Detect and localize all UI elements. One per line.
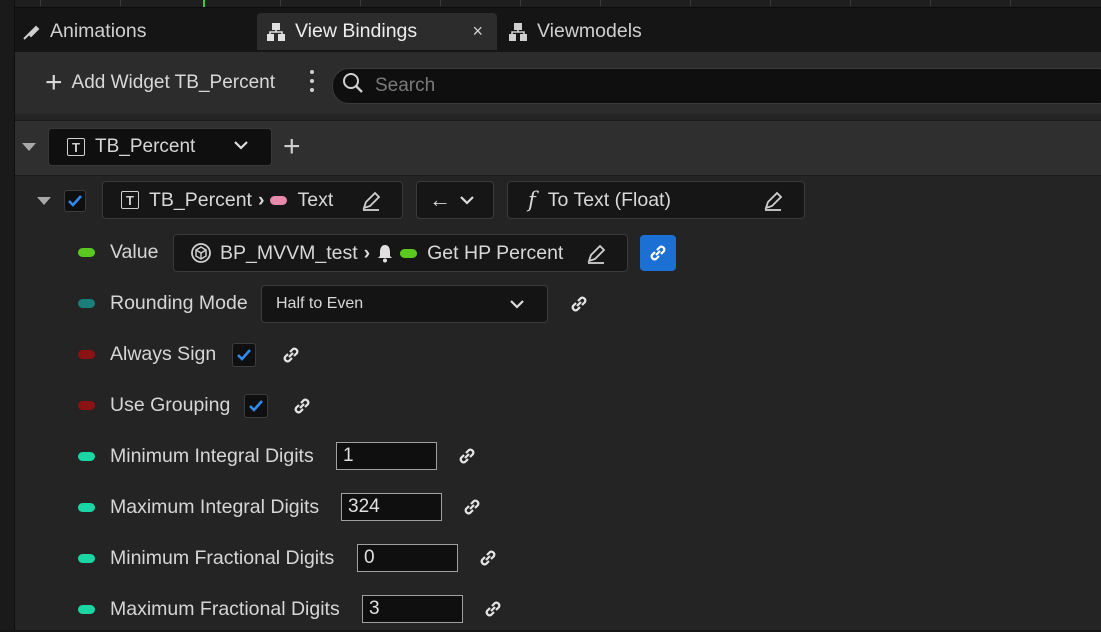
max-integral-digits-input[interactable]: 324 — [341, 493, 442, 521]
animation-icon — [20, 21, 42, 43]
edit-pencil-icon[interactable] — [585, 243, 607, 271]
rounding-mode-dropdown[interactable]: Half to Even — [261, 285, 548, 323]
direction-arrow-icon: ← — [429, 187, 451, 212]
prop-max-fractional-digits: Maximum Fractional Digits 3 — [15, 586, 1101, 632]
prop-label: Rounding Mode — [110, 292, 248, 314]
prop-label: Minimum Integral Digits — [110, 445, 314, 467]
toolbar: + Add Widget TB_Percent — [15, 52, 1101, 114]
tab-bar: Animations View Bindings × Viewmodels — [15, 8, 1101, 52]
conversion-label: To Text (Float) — [547, 188, 671, 211]
chevron-down-icon — [233, 137, 249, 159]
link-icon[interactable] — [566, 291, 592, 317]
search-box[interactable] — [332, 68, 1101, 104]
tab-viewmodels[interactable]: Viewmodels — [507, 13, 707, 50]
prop-label: Minimum Fractional Digits — [110, 547, 335, 569]
prop-label: Value — [110, 241, 159, 263]
chevron-right-icon: › — [257, 188, 265, 211]
left-edge — [0, 0, 15, 630]
collapse-arrow-icon[interactable] — [22, 143, 36, 151]
bound-link-button[interactable] — [640, 235, 676, 271]
plus-icon: + — [45, 66, 63, 99]
tab-label: View Bindings — [295, 20, 418, 42]
add-widget-label: Add Widget TB_Percent — [71, 72, 276, 93]
viewmodel-name: BP_MVVM_test — [220, 241, 358, 264]
prop-label: Maximum Integral Digits — [110, 496, 320, 518]
type-pin-icon — [78, 350, 95, 359]
type-pin-icon — [78, 452, 95, 461]
binding-destination[interactable]: T TB_Percent › Text — [102, 181, 403, 219]
widget-group-row: T TB_Percent + — [15, 120, 1101, 176]
min-fractional-digits-input[interactable]: 0 — [357, 544, 458, 572]
timeline-strip — [0, 0, 1101, 8]
bell-icon — [376, 243, 394, 263]
prop-min-integral-digits: Minimum Integral Digits 1 — [15, 433, 1101, 479]
tab-animations[interactable]: Animations — [20, 13, 255, 50]
max-fractional-digits-input[interactable]: 3 — [362, 595, 463, 623]
prop-label: Maximum Fractional Digits — [110, 598, 340, 620]
link-icon — [650, 245, 666, 261]
widget-selector[interactable]: T TB_Percent — [48, 128, 272, 166]
function-icon: f — [528, 188, 536, 212]
chevron-down-icon — [509, 296, 525, 317]
link-icon[interactable] — [289, 393, 315, 419]
edit-pencil-icon[interactable] — [762, 190, 784, 218]
tab-label: Viewmodels — [537, 20, 642, 42]
link-icon[interactable] — [459, 494, 485, 520]
prop-rounding-mode: Rounding Mode Half to Even — [15, 280, 1101, 326]
collapse-arrow-icon[interactable] — [37, 197, 51, 205]
type-pin-icon — [78, 401, 95, 410]
link-icon[interactable] — [454, 443, 480, 469]
bindings-panel: T TB_Percent + T TB_Percent › Text ← f T… — [15, 114, 1101, 630]
link-icon[interactable] — [278, 342, 304, 368]
search-icon — [341, 71, 365, 101]
text-widget-icon: T — [67, 138, 85, 156]
chevron-right-icon: › — [363, 241, 371, 264]
type-pin-icon — [78, 605, 95, 614]
value-source-field[interactable]: BP_MVVM_test › Get HP Percent — [173, 234, 628, 272]
text-widget-icon: T — [121, 191, 139, 209]
add-widget-button[interactable]: + Add Widget TB_Percent — [45, 66, 275, 100]
viewmodel-icon — [190, 242, 212, 264]
destination-property: Text — [297, 188, 334, 211]
binding-direction-dropdown[interactable]: ← — [416, 181, 494, 219]
tab-view-bindings[interactable]: View Bindings × — [257, 13, 497, 50]
use-grouping-checkbox[interactable] — [244, 394, 268, 418]
close-icon[interactable]: × — [472, 21, 483, 42]
prop-use-grouping: Use Grouping — [15, 382, 1101, 428]
playhead-marker[interactable] — [203, 0, 205, 7]
tab-label: Animations — [50, 20, 147, 42]
link-icon[interactable] — [475, 545, 501, 571]
binding-row: T TB_Percent › Text ← f To Text (Float) — [15, 176, 1101, 228]
prop-always-sign: Always Sign — [15, 331, 1101, 377]
edit-pencil-icon[interactable] — [360, 190, 382, 218]
search-input[interactable] — [373, 74, 1077, 98]
more-options-icon[interactable] — [305, 70, 319, 98]
conversion-function[interactable]: f To Text (Float) — [507, 181, 805, 219]
float-type-pill-icon — [400, 248, 418, 258]
destination-widget: TB_Percent — [149, 188, 252, 211]
prop-label: Use Grouping — [110, 394, 231, 416]
type-pin-icon — [78, 299, 95, 308]
binding-enabled-checkbox[interactable] — [64, 190, 86, 212]
chevron-down-icon — [459, 191, 475, 214]
prop-min-fractional-digits: Minimum Fractional Digits 0 — [15, 535, 1101, 581]
add-binding-button[interactable]: + — [283, 132, 301, 162]
type-pin-icon — [78, 503, 95, 512]
link-icon[interactable] — [480, 596, 506, 622]
type-pin-icon — [78, 248, 95, 257]
prop-label: Always Sign — [110, 343, 217, 365]
min-integral-digits-input[interactable]: 1 — [336, 442, 437, 470]
viewmodels-icon — [507, 21, 529, 43]
viewmodel-property: Get HP Percent — [427, 241, 564, 264]
prop-value: Value BP_MVVM_test › Get HP Percent — [15, 230, 1101, 276]
text-type-pill-icon — [270, 195, 288, 205]
bindings-icon — [265, 21, 287, 43]
prop-max-integral-digits: Maximum Integral Digits 324 — [15, 484, 1101, 530]
rounding-mode-value: Half to Even — [276, 295, 364, 312]
always-sign-checkbox[interactable] — [232, 343, 256, 367]
widget-selector-label: TB_Percent — [95, 136, 196, 157]
type-pin-icon — [78, 554, 95, 563]
